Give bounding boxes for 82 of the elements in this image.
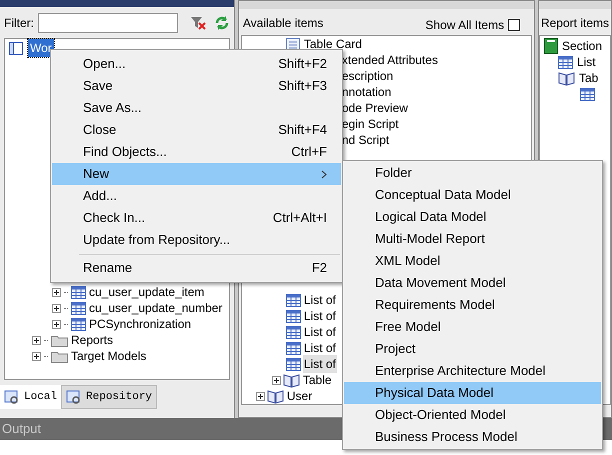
menu-item[interactable]: Project bbox=[344, 338, 601, 360]
table-icon bbox=[286, 358, 301, 370]
table-icon bbox=[286, 294, 301, 306]
menu-item[interactable]: Conceptual Data Model bbox=[344, 184, 601, 206]
clear-filter-icon[interactable] bbox=[190, 14, 206, 30]
filter-label: Filter: bbox=[4, 14, 34, 32]
refresh-icon[interactable] bbox=[214, 14, 230, 30]
expand-icon[interactable] bbox=[32, 336, 41, 344]
tree-item[interactable]: List of bbox=[302, 307, 337, 325]
tree-item[interactable]: List of bbox=[302, 355, 337, 373]
filter-field[interactable] bbox=[38, 12, 178, 32]
tree-item[interactable]: cu_user_update_number bbox=[89, 299, 222, 317]
tab-icon bbox=[4, 389, 20, 405]
section-icon bbox=[544, 38, 558, 54]
menu-item[interactable]: New bbox=[52, 163, 341, 185]
workspace-icon bbox=[8, 40, 24, 56]
checkbox-label: Show All Items bbox=[425, 17, 504, 34]
tree-item[interactable]: Target Models bbox=[71, 347, 146, 365]
table-icon bbox=[286, 310, 301, 322]
expand-icon[interactable] bbox=[52, 288, 61, 296]
tree-item[interactable]: Reports bbox=[71, 331, 114, 349]
menu-item[interactable]: Enterprise Architecture Model bbox=[344, 360, 601, 382]
tree-item[interactable]: nnotation bbox=[342, 83, 392, 101]
tree-item[interactable]: Wor bbox=[28, 39, 54, 57]
table-icon bbox=[286, 326, 301, 338]
tree-item[interactable]: Section bbox=[562, 37, 602, 55]
folder-icon bbox=[51, 350, 68, 362]
menu-item[interactable]: Requirements Model bbox=[344, 294, 601, 316]
tree-item[interactable]: List of bbox=[302, 323, 337, 341]
folder-icon bbox=[51, 334, 68, 346]
menu-item[interactable]: Update from Repository... bbox=[52, 229, 341, 251]
panel-title: Available items bbox=[242, 15, 324, 32]
panel-title: Report items bbox=[540, 16, 609, 30]
expand-icon[interactable] bbox=[52, 304, 61, 312]
tab-icon bbox=[66, 389, 82, 405]
menu-item[interactable]: Check In... Ctrl+Alt+I bbox=[52, 207, 341, 229]
book-icon bbox=[282, 372, 300, 388]
tree-item[interactable]: List of bbox=[302, 339, 337, 357]
table-icon bbox=[558, 56, 573, 68]
expand-icon[interactable] bbox=[272, 376, 281, 384]
menu-item[interactable]: Object-Oriented Model bbox=[344, 404, 601, 426]
panel-tab[interactable]: Local bbox=[0, 385, 62, 409]
tree-item[interactable]: User bbox=[286, 387, 314, 405]
menu-item[interactable]: Close Shift+F4 bbox=[52, 119, 341, 141]
show-all-checkbox[interactable] bbox=[508, 19, 520, 31]
menu-item[interactable]: Logical Data Model bbox=[344, 206, 601, 228]
tree-item[interactable]: List of bbox=[302, 291, 337, 309]
table-icon bbox=[580, 88, 595, 100]
tree-item[interactable]: Table bbox=[302, 371, 333, 389]
table-icon bbox=[286, 342, 301, 354]
book-icon bbox=[266, 388, 284, 404]
tree-item[interactable]: Table Card bbox=[304, 35, 362, 53]
menu-item[interactable]: Business Process Model bbox=[344, 426, 601, 448]
menu-item[interactable]: Data Movement Model bbox=[344, 272, 601, 294]
menu-item[interactable]: Folder bbox=[344, 162, 601, 184]
menu-item[interactable]: Find Objects... Ctrl+F bbox=[52, 141, 341, 163]
menu-item[interactable]: Free Model bbox=[344, 316, 601, 338]
tree-item[interactable]: escription bbox=[342, 67, 394, 85]
tree-item[interactable]: egin Script bbox=[342, 115, 399, 133]
expand-icon[interactable] bbox=[32, 352, 41, 360]
tree-item[interactable]: xtended Attributes bbox=[342, 51, 438, 69]
menu-item[interactable]: Multi-Model Report bbox=[344, 228, 601, 250]
tree-item[interactable]: List bbox=[576, 53, 596, 71]
menu-item[interactable]: Physical Data Model bbox=[344, 382, 601, 404]
expand-icon[interactable] bbox=[256, 392, 265, 400]
tree-item[interactable]: Tab bbox=[578, 69, 598, 87]
menu-item[interactable]: Save As... bbox=[52, 97, 341, 119]
table-icon bbox=[71, 318, 86, 330]
menu-item[interactable]: Rename F2 bbox=[52, 257, 341, 279]
tree-item[interactable]: cu_user_update_item bbox=[89, 283, 204, 301]
menu-item[interactable]: Open... Shift+F2 bbox=[52, 53, 341, 75]
panel-tab[interactable]: Repository bbox=[61, 385, 158, 409]
table-icon bbox=[71, 302, 86, 314]
output-title: Output bbox=[2, 420, 42, 438]
menu-item[interactable]: Save Shift+F3 bbox=[52, 75, 341, 97]
menu-item[interactable]: Add... bbox=[52, 185, 341, 207]
expand-icon[interactable] bbox=[52, 320, 61, 328]
book-icon bbox=[558, 70, 575, 86]
tree-item[interactable]: ode Preview bbox=[342, 99, 408, 117]
menu-item[interactable]: XML Model bbox=[344, 250, 601, 272]
table-icon bbox=[71, 286, 86, 298]
tree-item[interactable]: PCSynchronization bbox=[89, 315, 192, 333]
